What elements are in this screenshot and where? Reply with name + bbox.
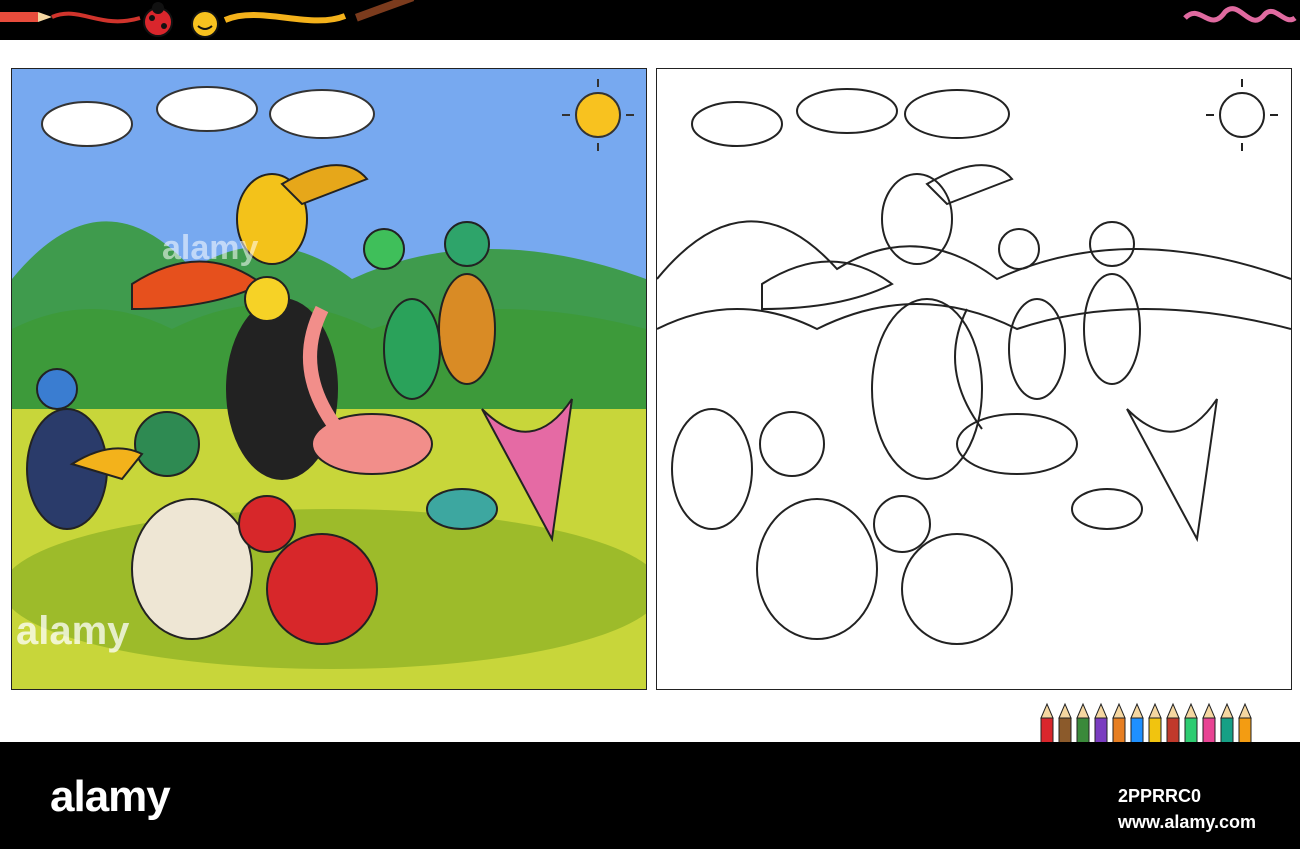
pencil-tip (1148, 702, 1162, 719)
pencil-tip (1094, 702, 1108, 719)
sun-icon (1206, 79, 1278, 151)
pencil-tip (1220, 702, 1234, 719)
top-strip (0, 40, 1300, 64)
panel-watermark: alamy (162, 229, 258, 267)
top-banner (0, 0, 1300, 40)
brand-logo: alamy (50, 772, 171, 821)
coloring-page-panel (656, 68, 1292, 690)
pencil-tip (1040, 702, 1054, 719)
color-illustration-panel: alamy alamy (11, 68, 647, 690)
pencil-tip (1238, 702, 1252, 719)
color-illustration: alamy (12, 69, 646, 689)
panel-watermark-text: alamy (16, 609, 130, 653)
top-decoration (0, 0, 1297, 38)
birds-outline-group (671, 164, 1218, 645)
ladybug-icon (143, 2, 173, 37)
pencil-tip (1202, 702, 1216, 719)
pencil-tip (1130, 702, 1144, 719)
pencil-tip (1076, 702, 1090, 719)
pencil-tip (1058, 702, 1072, 719)
squiggle-decoration (1183, 6, 1297, 23)
pencil-icon (0, 11, 141, 24)
pencil-tip (1184, 702, 1198, 719)
sun-icon (191, 10, 219, 38)
site-url: www.alamy.com (1118, 812, 1257, 832)
pencil-tip (1166, 702, 1180, 719)
pencil-tip (1112, 702, 1126, 719)
image-code: 2PPRRC0 (1118, 786, 1202, 806)
bottom-banner (0, 742, 1300, 849)
line-art-illustration (657, 79, 1291, 645)
paintbrush-icon (223, 0, 415, 24)
cloud-icon (691, 88, 1010, 147)
